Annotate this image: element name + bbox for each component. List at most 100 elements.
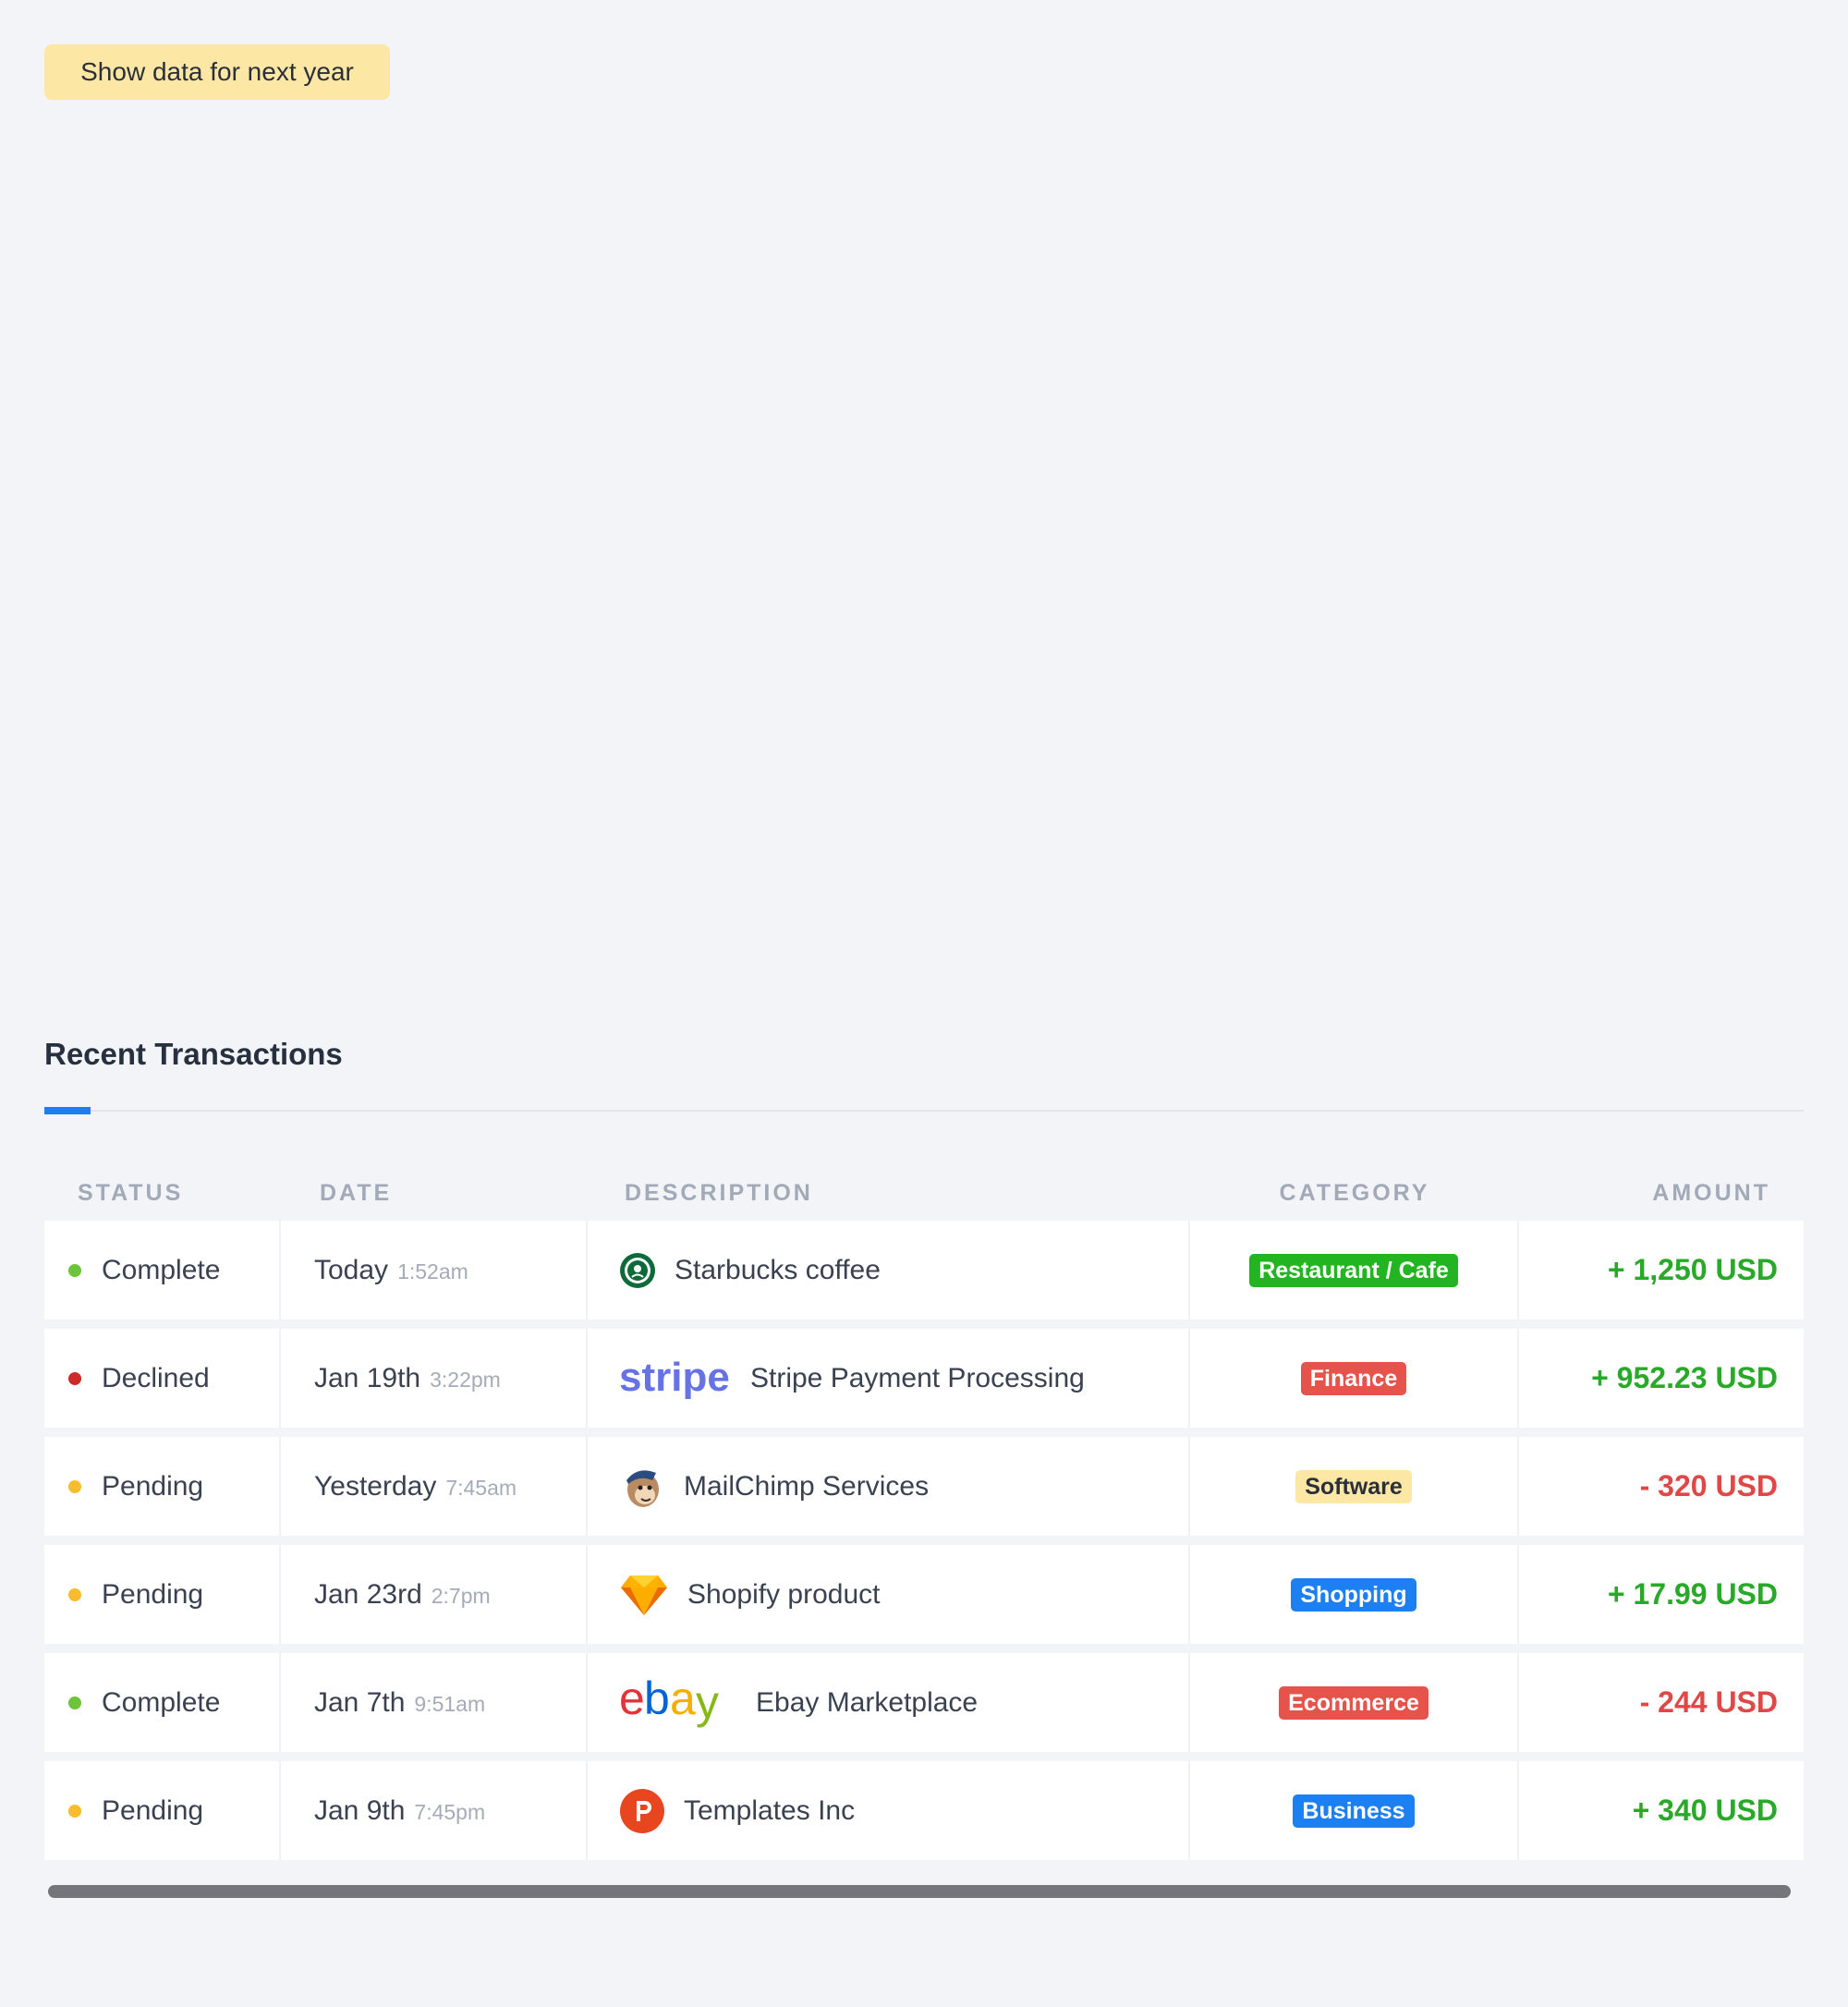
category-badge: Restaurant / Cafe <box>1249 1253 1458 1287</box>
category-cell: Restaurant / Cafe <box>1190 1221 1519 1320</box>
description-cell: Starbucks coffee <box>588 1221 1190 1320</box>
header-category[interactable]: CATEGORY <box>1190 1180 1519 1207</box>
title-divider <box>44 1088 1804 1114</box>
date-cell: Jan 7th 9:51am <box>281 1653 588 1752</box>
amount-cell: + 340 USD <box>1519 1761 1804 1860</box>
category-cell: Finance <box>1190 1329 1519 1428</box>
amount-cell: - 244 USD <box>1519 1653 1804 1752</box>
time-label: 1:52am <box>397 1259 468 1283</box>
description-label: Starbucks coffee <box>675 1254 881 1285</box>
date-label: Jan 23rd <box>314 1578 422 1610</box>
category-cell: Business <box>1190 1761 1519 1860</box>
table-header: STATUS DATE DESCRIPTION CATEGORY AMOUNT <box>44 1165 1804 1221</box>
description-label: MailChimp Services <box>684 1470 930 1502</box>
amount-cell: + 17.99 USD <box>1519 1545 1804 1644</box>
date-label: Yesterday <box>314 1470 437 1502</box>
status-dot <box>68 1804 81 1818</box>
status-cell: Pending <box>44 1437 281 1536</box>
date-cell: Jan 9th 7:45pm <box>281 1761 588 1860</box>
status-label: Pending <box>102 1794 204 1826</box>
time-label: 2:7pm <box>431 1584 491 1608</box>
stripe-logo-icon: stripe <box>619 1356 732 1402</box>
header-description[interactable]: DESCRIPTION <box>588 1180 1190 1207</box>
status-dot <box>68 1263 81 1277</box>
amount-label: + 340 USD <box>1632 1794 1778 1827</box>
producthunt-logo-icon <box>619 1788 665 1834</box>
date-label: Jan 9th <box>314 1794 406 1826</box>
sketch-diamond-logo-icon <box>619 1572 669 1618</box>
category-cell: Software <box>1190 1437 1519 1536</box>
time-label: 7:45pm <box>414 1800 486 1824</box>
amount-cell: + 952.23 USD <box>1519 1329 1804 1428</box>
date-label: Jan 7th <box>314 1686 406 1718</box>
description-label: Shopify product <box>687 1578 881 1610</box>
status-cell: Pending <box>44 1761 281 1860</box>
description-cell: MailChimp Services <box>588 1437 1190 1536</box>
header-amount[interactable]: AMOUNT <box>1519 1180 1804 1207</box>
status-dot <box>68 1696 81 1709</box>
category-badge: Shopping <box>1291 1577 1416 1612</box>
svg-text:a: a <box>670 1677 696 1724</box>
amount-label: + 17.99 USD <box>1607 1577 1778 1611</box>
amount-label: - 320 USD <box>1639 1469 1778 1502</box>
status-label: Pending <box>102 1578 204 1610</box>
header-status[interactable]: STATUS <box>44 1180 281 1207</box>
status-dot <box>68 1587 81 1601</box>
category-badge: Finance <box>1300 1361 1407 1395</box>
category-badge: Ecommerce <box>1279 1685 1429 1720</box>
svg-text:b: b <box>644 1677 668 1724</box>
status-label: Complete <box>102 1254 221 1285</box>
amount-label: + 1,250 USD <box>1607 1253 1778 1286</box>
svg-text:y: y <box>696 1677 719 1728</box>
amount-label: - 244 USD <box>1639 1685 1778 1719</box>
category-badge: Software <box>1295 1469 1412 1503</box>
header-date[interactable]: DATE <box>281 1180 588 1207</box>
horizontal-scrollbar[interactable] <box>48 1885 1791 1898</box>
table-row[interactable]: Pending Yesterday 7:45am MailChimp Servi… <box>44 1437 1804 1536</box>
svg-text:stripe: stripe <box>619 1356 730 1400</box>
amount-cell: - 320 USD <box>1519 1437 1804 1536</box>
date-cell: Jan 23rd 2:7pm <box>281 1545 588 1644</box>
transactions-table: STATUS DATE DESCRIPTION CATEGORY AMOUNT … <box>44 1165 1804 1860</box>
date-label: Today <box>314 1254 389 1285</box>
show-next-year-button[interactable]: Show data for next year <box>44 44 390 100</box>
description-label: Ebay Marketplace <box>756 1686 979 1718</box>
status-cell: Complete <box>44 1653 281 1752</box>
date-cell: Yesterday 7:45am <box>281 1437 588 1536</box>
description-cell: stripe Stripe Payment Processing <box>588 1329 1190 1428</box>
section-title: Recent Transactions <box>44 1037 343 1071</box>
category-badge: Business <box>1293 1794 1415 1828</box>
status-cell: Complete <box>44 1221 281 1320</box>
recent-transactions-section: Recent Transactions STATUS DATE DESCRIPT… <box>44 1021 1804 1860</box>
status-dot <box>68 1479 81 1493</box>
amount-label: + 952.23 USD <box>1591 1361 1778 1394</box>
description-cell: e b a y Ebay Marketplace <box>588 1653 1190 1752</box>
status-label: Declined <box>102 1362 210 1393</box>
amount-cell: + 1,250 USD <box>1519 1221 1804 1320</box>
table-row[interactable]: Complete Today 1:52am Starbucks coffee R… <box>44 1221 1804 1320</box>
status-cell: Declined <box>44 1329 281 1428</box>
status-label: Pending <box>102 1470 204 1502</box>
status-dot <box>68 1371 81 1385</box>
category-cell: Shopping <box>1190 1545 1519 1644</box>
description-label: Stripe Payment Processing <box>750 1362 1085 1393</box>
status-label: Complete <box>102 1686 221 1718</box>
mailchimp-logo-icon <box>619 1464 665 1510</box>
table-row[interactable]: Complete Jan 7th 9:51am e b a y Ebay Mar… <box>44 1653 1804 1752</box>
table-row[interactable]: Pending Jan 23rd 2:7pm Shopify product S… <box>44 1545 1804 1644</box>
starbucks-logo-icon <box>619 1252 656 1289</box>
title-accent-bar <box>44 1107 91 1114</box>
description-cell: Shopify product <box>588 1545 1190 1644</box>
status-cell: Pending <box>44 1545 281 1644</box>
date-cell: Today 1:52am <box>281 1221 588 1320</box>
time-label: 9:51am <box>414 1692 486 1716</box>
table-body: Complete Today 1:52am Starbucks coffee R… <box>44 1221 1804 1860</box>
date-cell: Jan 19th 3:22pm <box>281 1329 588 1428</box>
time-label: 3:22pm <box>430 1368 501 1392</box>
description-cell: Templates Inc <box>588 1761 1190 1860</box>
description-label: Templates Inc <box>684 1794 856 1826</box>
table-row[interactable]: Pending Jan 9th 7:45pm Templates Inc Bus… <box>44 1761 1804 1860</box>
ebay-logo-icon: e b a y <box>619 1677 737 1729</box>
time-label: 7:45am <box>445 1476 517 1500</box>
table-row[interactable]: Declined Jan 19th 3:22pm stripe Stripe P… <box>44 1329 1804 1428</box>
